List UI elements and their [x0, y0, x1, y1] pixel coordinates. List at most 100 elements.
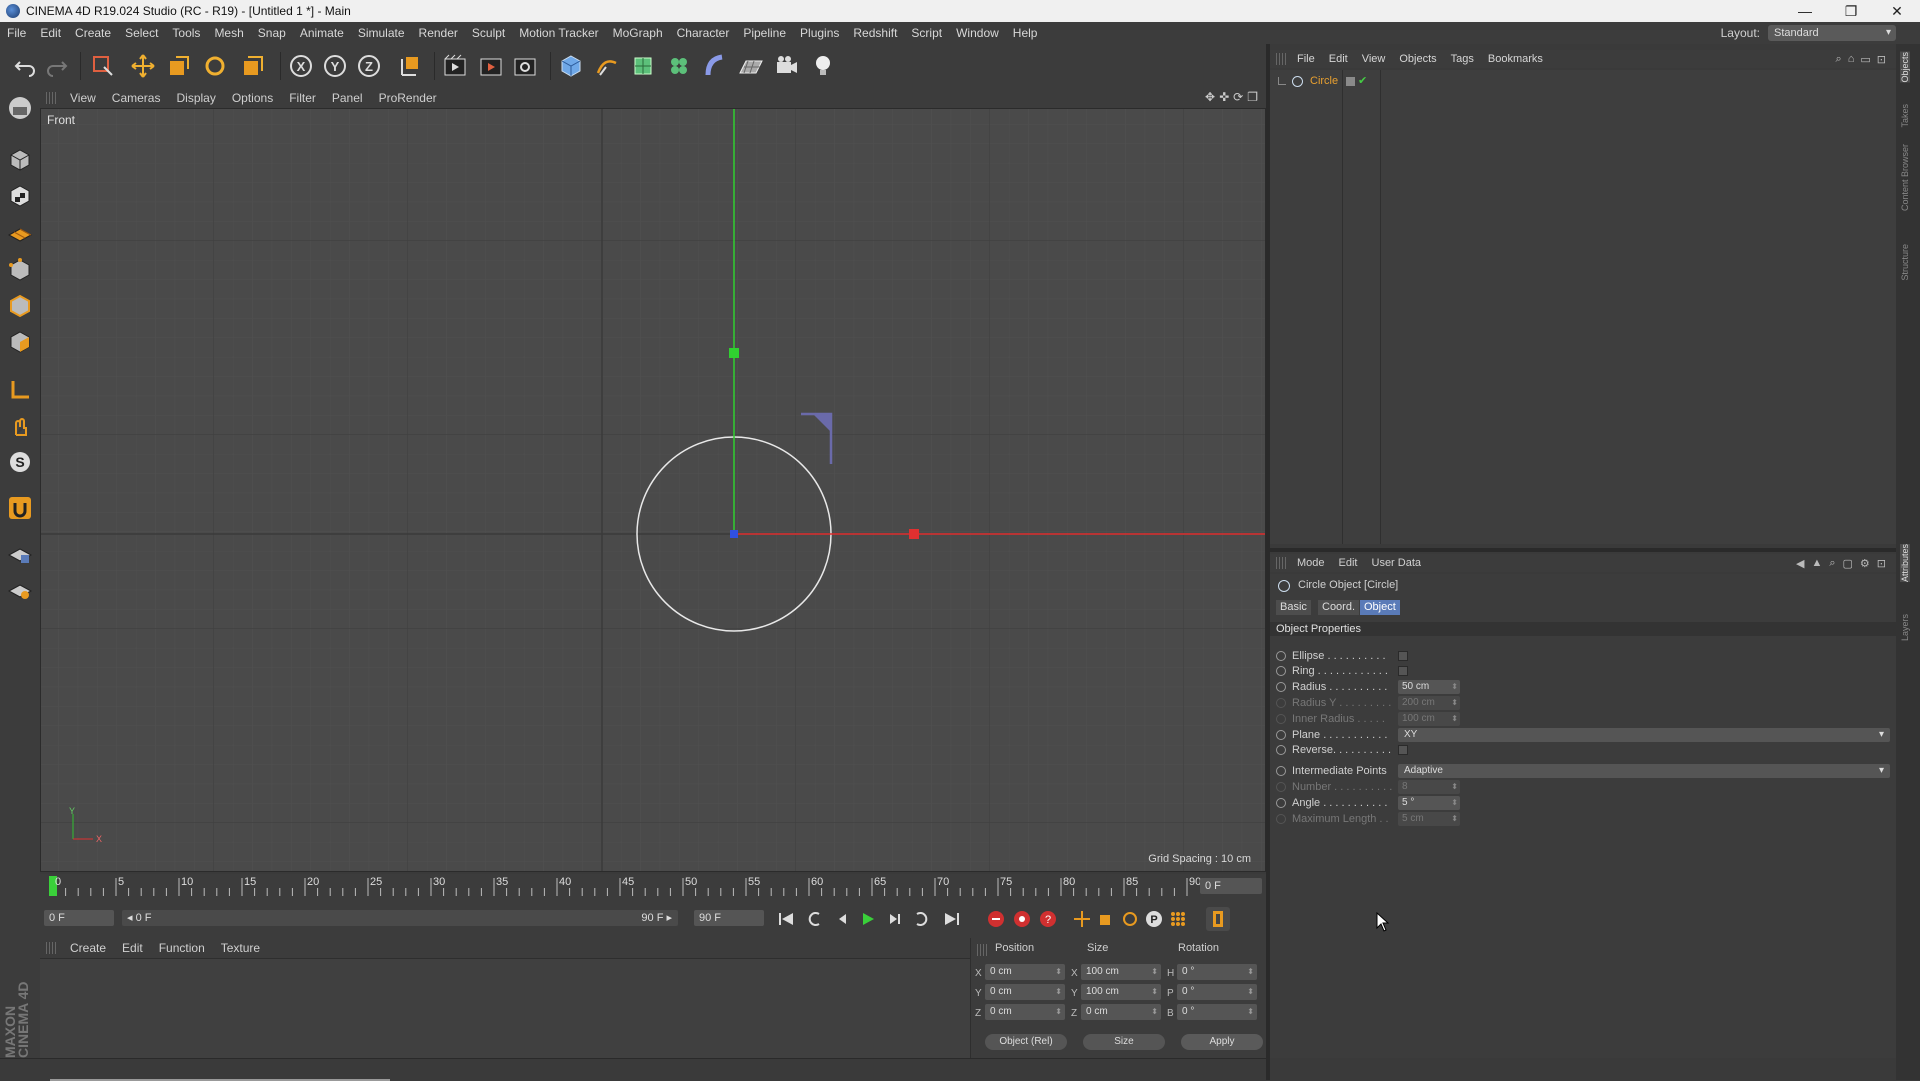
key-scale-icon[interactable]: [1094, 907, 1118, 931]
material-menu-create[interactable]: Create: [62, 941, 114, 955]
settings-icon[interactable]: ⚙: [1860, 557, 1870, 570]
maximize-panel-icon[interactable]: ⊡: [1877, 557, 1886, 570]
menu-snap[interactable]: Snap: [251, 26, 293, 40]
camera-object-icon[interactable]: [772, 50, 802, 82]
viewport-menu-options[interactable]: Options: [224, 91, 281, 105]
tweak-mode-icon[interactable]: [4, 410, 36, 442]
home-icon[interactable]: ⌂: [1848, 53, 1855, 66]
attributes-menu-mode[interactable]: Mode: [1290, 557, 1332, 569]
menu-help[interactable]: Help: [1006, 26, 1045, 40]
position-y-field[interactable]: 0 cm: [985, 984, 1065, 1000]
menu-create[interactable]: Create: [68, 26, 118, 40]
material-menu-edit[interactable]: Edit: [114, 941, 151, 955]
position-x-field[interactable]: 0 cm: [985, 964, 1065, 980]
recent-tool-icon[interactable]: [238, 50, 268, 82]
render-view-icon[interactable]: [440, 50, 470, 82]
menu-mograph[interactable]: MoGraph: [606, 26, 670, 40]
spline-pen-icon[interactable]: [592, 50, 622, 82]
bend-deformer-icon[interactable]: [700, 50, 730, 82]
front-viewport[interactable]: Front Y X Grid Spacing : 10 cm: [40, 108, 1266, 872]
animate-radio-icon[interactable]: [1276, 730, 1286, 740]
layout-dropdown[interactable]: Standard: [1768, 25, 1896, 41]
cube-object-icon[interactable]: [556, 50, 586, 82]
polygons-mode-icon[interactable]: [4, 326, 36, 358]
tab-coord[interactable]: Coord.: [1318, 600, 1360, 615]
previous-frame-icon[interactable]: [830, 907, 854, 931]
animate-radio-icon[interactable]: [1276, 682, 1286, 692]
animate-radio-icon[interactable]: [1276, 766, 1286, 776]
rotation-h-field[interactable]: 0 °: [1177, 964, 1257, 980]
menu-window[interactable]: Window: [949, 26, 1006, 40]
panel-grip-icon[interactable]: [977, 944, 987, 956]
position-z-field[interactable]: 0 cm: [985, 1004, 1065, 1020]
restore-button[interactable]: ❐: [1828, 0, 1874, 22]
apply-button[interactable]: Apply: [1181, 1034, 1263, 1050]
undo-icon[interactable]: [10, 50, 40, 82]
close-button[interactable]: ✕: [1874, 0, 1920, 22]
model-mode-icon[interactable]: [4, 144, 36, 176]
material-menu-texture[interactable]: Texture: [213, 941, 268, 955]
go-to-start-icon[interactable]: [774, 907, 798, 931]
go-to-end-icon[interactable]: [940, 907, 964, 931]
size-z-field[interactable]: 0 cm: [1081, 1004, 1161, 1020]
panel-grip-icon[interactable]: [1276, 557, 1286, 569]
planar-workplane-icon[interactable]: [4, 574, 36, 606]
current-frame-field[interactable]: 0 F: [1200, 878, 1262, 894]
animate-radio-icon[interactable]: [1276, 745, 1286, 755]
menu-animate[interactable]: Animate: [293, 26, 351, 40]
objects-menu-view[interactable]: View: [1355, 53, 1393, 65]
light-object-icon[interactable]: [808, 50, 838, 82]
menu-plugins[interactable]: Plugins: [793, 26, 846, 40]
panel-grip-icon[interactable]: [1276, 53, 1286, 65]
redo-icon[interactable]: [42, 50, 72, 82]
attributes-menu-user-data[interactable]: User Data: [1365, 557, 1429, 569]
prop-checkbox[interactable]: [1398, 651, 1408, 661]
range-slider[interactable]: ◂ 0 F 90 F ▸: [122, 910, 678, 926]
timeline-layout-icon[interactable]: [1206, 907, 1230, 931]
back-arrow-icon[interactable]: ◀: [1796, 557, 1804, 570]
minimize-button[interactable]: —: [1782, 0, 1828, 22]
pan-view-icon[interactable]: ✥: [1205, 90, 1215, 104]
key-rotation-icon[interactable]: [1118, 907, 1142, 931]
panel-grip-icon[interactable]: [46, 942, 56, 954]
objects-menu-file[interactable]: File: [1290, 53, 1322, 65]
viewport-menu-filter[interactable]: Filter: [281, 91, 324, 105]
prop-dropdown[interactable]: XY: [1398, 728, 1890, 742]
search-icon[interactable]: ⌕: [1836, 53, 1842, 66]
objects-menu-bookmarks[interactable]: Bookmarks: [1481, 53, 1550, 65]
key-pla-icon[interactable]: [1166, 907, 1190, 931]
tab-object[interactable]: Object: [1360, 600, 1400, 615]
z-axis-handle[interactable]: [730, 530, 738, 538]
size-x-field[interactable]: 100 cm: [1081, 964, 1161, 980]
menu-redshift[interactable]: Redshift: [846, 26, 904, 40]
maximize-panel-icon[interactable]: ⊡: [1877, 53, 1886, 66]
tab-basic[interactable]: Basic: [1276, 600, 1311, 615]
workplane-mode-icon[interactable]: [4, 216, 36, 248]
animate-radio-icon[interactable]: [1276, 666, 1286, 676]
rotation-b-field[interactable]: 0 °: [1177, 1004, 1257, 1020]
object-name[interactable]: Circle: [1310, 75, 1338, 87]
viewport-menu-prorender[interactable]: ProRender: [371, 91, 445, 105]
rotate-view-icon[interactable]: ⟳: [1233, 90, 1243, 104]
size-mode-dropdown[interactable]: Size: [1083, 1034, 1165, 1050]
menu-file[interactable]: File: [0, 26, 33, 40]
menu-pipeline[interactable]: Pipeline: [736, 26, 793, 40]
floor-object-icon[interactable]: [736, 50, 766, 82]
menu-render[interactable]: Render: [412, 26, 465, 40]
animate-radio-icon[interactable]: [1276, 798, 1286, 808]
side-tab-layers[interactable]: Layers: [1900, 614, 1910, 641]
scale-tool-icon[interactable]: [164, 50, 194, 82]
y-axis-lock-icon[interactable]: Y: [320, 50, 350, 82]
edges-mode-icon[interactable]: [4, 290, 36, 322]
side-tab-takes[interactable]: Takes: [1900, 104, 1910, 128]
menu-character[interactable]: Character: [670, 26, 737, 40]
end-frame-field[interactable]: 90 F: [694, 910, 764, 926]
search-icon[interactable]: ⌕: [1829, 557, 1835, 570]
material-menu-function[interactable]: Function: [151, 941, 213, 955]
locked-workplane-icon[interactable]: [4, 538, 36, 570]
menu-select[interactable]: Select: [118, 26, 165, 40]
menu-edit[interactable]: Edit: [33, 26, 68, 40]
prop-value-field[interactable]: 5 °: [1398, 796, 1460, 810]
x-axis-handle[interactable]: [909, 529, 919, 539]
viewport-menu-cameras[interactable]: Cameras: [104, 91, 169, 105]
